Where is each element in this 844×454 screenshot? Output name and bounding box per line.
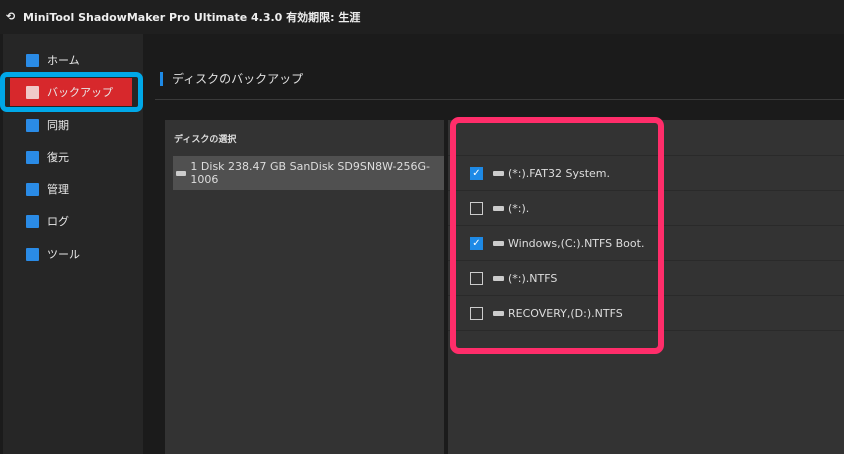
- page-title: ディスクのバックアップ: [160, 70, 303, 87]
- manage-icon: [26, 182, 39, 196]
- sidebar-item-manage[interactable]: 管理: [26, 179, 69, 199]
- sidebar-item-label: ツール: [47, 248, 80, 261]
- sidebar-item-label: ホーム: [47, 54, 80, 67]
- page-title-text: ディスクのバックアップ: [172, 72, 304, 86]
- sidebar-item-label: ログ: [47, 215, 69, 228]
- drive-icon: [176, 170, 187, 176]
- sidebar-item-restore[interactable]: 復元: [26, 147, 69, 167]
- sidebar-item-label: 管理: [47, 183, 69, 196]
- sidebar-item-log[interactable]: ログ: [26, 211, 69, 231]
- sidebar-item-tools[interactable]: ツール: [26, 244, 80, 264]
- log-icon: [26, 214, 39, 228]
- sync-icon: [26, 118, 39, 132]
- app-title: MiniTool ShadowMaker Pro Ultimate 4.3.0 …: [23, 11, 361, 24]
- title-accent-bar: [160, 71, 163, 86]
- restore-icon: [26, 150, 39, 164]
- disk-select-title: ディスクの選択: [174, 135, 237, 145]
- sidebar-item-label: 復元: [47, 151, 69, 164]
- disk-item[interactable]: 1 Disk 238.47 GB SanDisk SD9SN8W-256G-10…: [173, 156, 444, 190]
- sidebar-item-label: 同期: [47, 119, 69, 132]
- divider: [155, 99, 844, 100]
- sidebar-item-sync[interactable]: 同期: [26, 115, 69, 135]
- home-icon: [26, 53, 39, 67]
- disk-label: 1 Disk 238.47 GB SanDisk SD9SN8W-256G-10…: [190, 160, 430, 186]
- highlight-box-pink: [450, 117, 664, 354]
- highlight-box-blue: [0, 72, 143, 112]
- tools-icon: [26, 247, 39, 261]
- app-logo-icon: ⟲: [6, 10, 16, 23]
- title-bar: ⟲ MiniTool ShadowMaker Pro Ultimate 4.3.…: [0, 0, 844, 34]
- disk-select-panel: ディスクの選択 1 Disk 238.47 GB SanDisk SD9SN8W…: [165, 120, 444, 454]
- sidebar-item-home[interactable]: ホーム: [26, 50, 80, 70]
